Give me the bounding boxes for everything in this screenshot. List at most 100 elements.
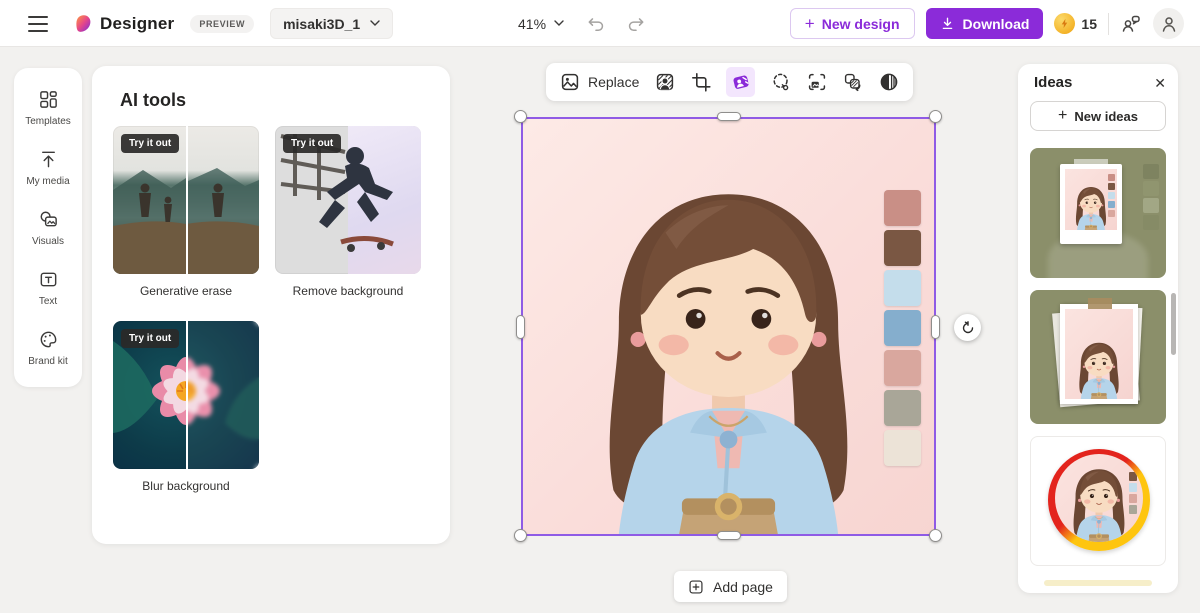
sidebar-item-my-media[interactable]: My media (18, 138, 78, 198)
person-icon (1162, 16, 1175, 32)
palette-swatch-6[interactable] (884, 390, 921, 426)
tool-label: Remove background (292, 284, 404, 298)
idea-thumbnail-circle-badge[interactable] (1030, 436, 1166, 566)
designer-logo-icon (76, 15, 91, 32)
before-after-divider (186, 126, 188, 274)
ideas-panel: Ideas ✕ + New ideas (1018, 64, 1178, 593)
preview-badge: PREVIEW (190, 14, 255, 33)
background-blur-tool-button[interactable] (654, 71, 675, 93)
plus-icon: + (804, 13, 815, 33)
templates-icon (39, 91, 57, 108)
mini-palette (1108, 174, 1115, 217)
account-button[interactable] (1153, 8, 1184, 39)
redo-icon (628, 18, 644, 32)
redo-button[interactable] (627, 14, 646, 33)
mini-palette (1129, 472, 1137, 514)
image-toolbar: Replace (546, 63, 913, 101)
resize-handle-top[interactable] (717, 112, 741, 121)
document-name-dropdown[interactable]: misaki3D_1 (270, 8, 394, 39)
next-idea-peek (1044, 580, 1152, 586)
plus-icon: + (1058, 107, 1068, 124)
sidebar-item-visuals[interactable]: Visuals (18, 198, 78, 258)
palette-swatch-2[interactable] (884, 230, 921, 266)
image-frame-icon (808, 73, 825, 91)
adjust-contrast-tool-button[interactable] (878, 71, 899, 93)
close-icon[interactable]: ✕ (1154, 76, 1166, 90)
crop-icon (691, 73, 711, 92)
resize-handle-bottom-left[interactable] (514, 529, 527, 542)
add-page-button[interactable]: Add page (674, 571, 787, 602)
idea-thumbnail-polaroid[interactable] (1030, 148, 1166, 278)
download-button[interactable]: Download (925, 8, 1044, 39)
palette-swatch-1[interactable] (884, 190, 921, 226)
new-design-button[interactable]: + New design (789, 8, 915, 39)
frame-fit-tool-button[interactable] (806, 71, 827, 93)
palette-swatch-7[interactable] (884, 430, 921, 466)
ai-restyle-icon (733, 75, 749, 89)
app-title: Designer (100, 13, 175, 33)
zoom-level: 41% (518, 15, 547, 32)
restyle-tool-button-active[interactable] (726, 67, 756, 97)
polaroid-photo (1060, 159, 1122, 244)
stacked-photo-front (1060, 304, 1138, 404)
variations-icon (844, 73, 860, 92)
generative-erase-preview-image: Try it out (113, 126, 259, 274)
remove-background-preview-image: Try it out (275, 126, 421, 274)
resize-handle-left[interactable] (516, 315, 525, 339)
feedback-button[interactable] (1120, 13, 1142, 35)
zoom-dropdown[interactable]: 41% (518, 16, 564, 32)
palette-swatch-3[interactable] (884, 270, 921, 306)
tool-card-remove-background[interactable]: Try it out Remove background (275, 126, 421, 298)
replace-button[interactable]: Replace (560, 72, 639, 92)
palette-swatch-4[interactable] (884, 310, 921, 346)
tool-card-blur-background[interactable]: Try it out Blur background (113, 321, 259, 493)
try-it-out-badge: Try it out (121, 134, 180, 153)
girl-character-artwork (523, 119, 934, 534)
blur-background-preview-image: Try it out (113, 321, 259, 469)
sidebar-item-brand-kit[interactable]: Brand kit (18, 318, 78, 378)
blurred-half (186, 321, 259, 469)
palette-icon (40, 331, 56, 348)
top-bar: Designer PREVIEW misaki3D_1 41% + New de… (0, 0, 1200, 47)
lasso-select-tool-button[interactable] (770, 71, 791, 93)
try-it-out-badge: Try it out (283, 134, 342, 153)
credits-indicator[interactable]: 15 (1054, 13, 1097, 34)
color-palette-column (884, 190, 921, 466)
resize-handle-bottom[interactable] (717, 531, 741, 540)
menu-icon[interactable] (28, 15, 48, 32)
person-background-icon (656, 73, 674, 91)
contrast-icon (880, 73, 897, 91)
coin-icon (1054, 13, 1076, 34)
rotate-handle[interactable] (954, 314, 981, 341)
resize-handle-bottom-right[interactable] (929, 529, 942, 542)
undo-button[interactable] (586, 14, 605, 33)
before-after-divider (186, 321, 188, 469)
crop-tool-button[interactable] (690, 71, 711, 93)
document-name: misaki3D_1 (283, 15, 361, 32)
text-icon (40, 272, 56, 287)
sidebar-item-text[interactable]: Text (18, 258, 78, 318)
left-sidebar: Templates My media Visuals Text Brand ki… (14, 68, 82, 387)
download-icon (942, 17, 952, 30)
tool-label: Blur background (142, 479, 230, 493)
resize-handle-top-right[interactable] (929, 110, 942, 123)
variations-tool-button[interactable] (842, 71, 863, 93)
panel-title: AI tools (120, 90, 186, 110)
tape-strip (1074, 159, 1108, 169)
ideas-scrollbar[interactable] (1171, 293, 1176, 355)
palette-swatch-5[interactable] (884, 350, 921, 386)
red-yellow-ring (1048, 449, 1150, 551)
divider (1108, 12, 1109, 35)
undo-icon (588, 18, 604, 32)
idea-thumbnail-photo-stack[interactable] (1030, 290, 1166, 424)
tool-card-generative-erase[interactable]: Try it out Generative erase (113, 126, 259, 298)
resize-handle-top-left[interactable] (514, 110, 527, 123)
new-ideas-button[interactable]: + New ideas (1030, 101, 1166, 131)
resize-handle-right[interactable] (931, 315, 940, 339)
sidebar-item-templates[interactable]: Templates (18, 78, 78, 138)
app-logo[interactable]: Designer (72, 13, 174, 34)
selected-canvas-image[interactable] (521, 117, 936, 536)
tape-strip (1088, 298, 1112, 309)
ai-tools-panel: AI tools Try it out Generative erase Try… (92, 66, 536, 544)
idea-swatch-column (1143, 164, 1159, 230)
